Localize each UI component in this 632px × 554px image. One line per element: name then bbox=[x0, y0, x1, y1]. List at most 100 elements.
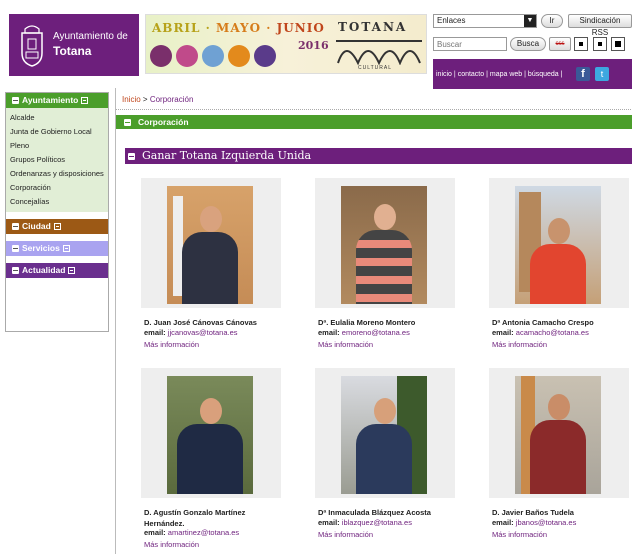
twitter-icon[interactable]: t bbox=[595, 67, 609, 81]
section-label: Servicios bbox=[22, 243, 60, 253]
sidebar-item-grupos[interactable]: Grupos Políticos bbox=[6, 153, 108, 167]
email-label: email: bbox=[492, 328, 514, 337]
email-link[interactable]: iblazquez@totana.es bbox=[342, 518, 412, 527]
go-button[interactable]: Ir bbox=[541, 14, 563, 28]
member-card: Dª Inmaculada Blázquez Acosta email: ibl… bbox=[315, 368, 455, 548]
sidebar-sublist: Alcalde Junta de Gobierno Local Pleno Gr… bbox=[6, 108, 108, 212]
email-label: email: bbox=[144, 528, 166, 537]
search-button[interactable]: Busca bbox=[510, 37, 546, 51]
sidebar-item-alcalde[interactable]: Alcalde bbox=[6, 111, 108, 125]
nav-contacto[interactable]: contacto bbox=[458, 71, 484, 78]
expand-icon bbox=[12, 245, 19, 252]
member-photo[interactable] bbox=[515, 376, 601, 494]
email-label: email: bbox=[492, 518, 514, 527]
sidebar-item-concejalias[interactable]: Concejalías bbox=[6, 195, 108, 209]
rss-button[interactable]: Sindicación RSS bbox=[568, 14, 632, 37]
email-link[interactable]: emoreno@totana.es bbox=[342, 328, 410, 337]
email-label: email: bbox=[144, 328, 166, 337]
banner-month-3: JUNIO bbox=[276, 21, 325, 35]
email-link[interactable]: jjcanovas@totana.es bbox=[168, 328, 238, 337]
css-toggle-button[interactable]: css bbox=[549, 37, 571, 51]
member-card: Dª. Eulalia Moreno Montero email: emoren… bbox=[315, 178, 455, 358]
more-info-link[interactable]: Más información bbox=[318, 530, 373, 539]
site-logo[interactable]: Ayuntamiento de Totana bbox=[9, 14, 139, 76]
search-input[interactable] bbox=[433, 37, 507, 51]
more-info-link[interactable]: Más información bbox=[492, 530, 547, 539]
party-title: Ganar Totana Izquierda Unida bbox=[142, 149, 312, 162]
email-link[interactable]: jbanos@totana.es bbox=[516, 518, 577, 527]
member-name: Dª Inmaculada Blázquez Acosta bbox=[318, 508, 431, 517]
more-info-link[interactable]: Más información bbox=[492, 340, 547, 349]
body-decor bbox=[356, 424, 412, 494]
font-large-button[interactable] bbox=[611, 37, 625, 51]
body-decor bbox=[356, 230, 412, 304]
sidebar-section-ciudad[interactable]: Ciudad bbox=[6, 219, 108, 234]
more-info-link[interactable]: Más información bbox=[144, 340, 199, 349]
expand-icon bbox=[12, 223, 19, 230]
section-title-bar: Corporación bbox=[116, 115, 632, 129]
nav-mapa[interactable]: mapa web bbox=[490, 71, 522, 78]
more-info-link[interactable]: Más información bbox=[318, 340, 373, 349]
email-link[interactable]: amartinez@totana.es bbox=[168, 528, 239, 537]
section-label: Ciudad bbox=[22, 221, 51, 231]
sidebar-section-actualidad[interactable]: Actualidad bbox=[6, 263, 108, 278]
expand-icon bbox=[124, 119, 131, 126]
nav-sep: | bbox=[524, 71, 526, 78]
main-content: Inicio > Corporación Corporación Ganar T… bbox=[115, 88, 632, 554]
links-select[interactable]: Enlaces ▼ bbox=[433, 14, 537, 28]
art-icon bbox=[254, 45, 276, 67]
square-icon bbox=[598, 42, 602, 46]
face-decor bbox=[374, 204, 396, 230]
font-small-button[interactable] bbox=[574, 37, 588, 51]
body-decor bbox=[530, 420, 586, 494]
square-icon bbox=[615, 41, 621, 47]
nav-inicio[interactable]: inicio bbox=[436, 71, 452, 78]
music-icon bbox=[176, 45, 198, 67]
member-email: email: acamacho@totana.es bbox=[492, 328, 589, 337]
theater-icon bbox=[150, 45, 172, 67]
sidebar-item-corporacion[interactable]: Corporación bbox=[6, 181, 108, 195]
sidebar: Ayuntamiento Alcalde Junta de Gobierno L… bbox=[5, 92, 109, 332]
member-photo[interactable] bbox=[515, 186, 601, 304]
book-icon bbox=[228, 45, 250, 67]
email-link[interactable]: acamacho@totana.es bbox=[516, 328, 589, 337]
email-label: email: bbox=[318, 328, 340, 337]
facebook-icon[interactable]: f bbox=[576, 67, 590, 81]
cultural-banner[interactable]: ABRIL · MAYO · JUNIO 2016 TOTANA CULTURA… bbox=[145, 14, 427, 74]
face-decor bbox=[200, 206, 222, 232]
sidebar-item-junta[interactable]: Junta de Gobierno Local bbox=[6, 125, 108, 139]
sidebar-item-pleno[interactable]: Pleno bbox=[6, 139, 108, 153]
breadcrumb: Inicio > Corporación bbox=[116, 88, 632, 110]
nav-busqueda[interactable]: búsqueda bbox=[528, 71, 559, 78]
member-photo[interactable] bbox=[167, 376, 253, 494]
member-photo[interactable] bbox=[341, 186, 427, 304]
sidebar-item-ordenanzas[interactable]: Ordenanzas y disposiciones bbox=[6, 167, 108, 181]
member-name: D. Agustín Gonzalo Martínez Hernández. bbox=[144, 508, 246, 528]
member-email: email: iblazquez@totana.es bbox=[318, 518, 412, 527]
logo-line2: Totana bbox=[53, 44, 92, 58]
expand-icon bbox=[12, 97, 19, 104]
member-email: email: jjcanovas@totana.es bbox=[144, 328, 238, 337]
member-photo[interactable] bbox=[167, 186, 253, 304]
dance-icon bbox=[202, 45, 224, 67]
collapse-icon bbox=[68, 267, 76, 274]
expand-icon bbox=[12, 267, 19, 274]
party-title-bar: Ganar Totana Izquierda Unida bbox=[125, 148, 632, 164]
more-info-link[interactable]: Más información bbox=[144, 540, 199, 549]
banner-icons bbox=[150, 45, 276, 67]
banner-month-1: ABRIL · bbox=[152, 21, 211, 35]
nav-sep: | bbox=[486, 71, 488, 78]
breadcrumb-home[interactable]: Inicio bbox=[122, 95, 141, 104]
member-photo[interactable] bbox=[341, 376, 427, 494]
sidebar-section-servicios[interactable]: Servicios bbox=[6, 241, 108, 256]
links-select-value: Enlaces bbox=[437, 16, 466, 25]
member-card: D. Javier Baños Tudela email: jbanos@tot… bbox=[489, 368, 629, 548]
face-decor bbox=[548, 218, 570, 244]
body-decor bbox=[530, 244, 586, 304]
collapse-icon bbox=[81, 97, 89, 104]
sidebar-section-ayuntamiento[interactable]: Ayuntamiento bbox=[6, 93, 108, 108]
square-icon bbox=[579, 42, 583, 46]
breadcrumb-current[interactable]: Corporación bbox=[150, 95, 194, 104]
font-medium-button[interactable] bbox=[593, 37, 607, 51]
member-name: Dª Antonia Camacho Crespo bbox=[492, 318, 594, 327]
